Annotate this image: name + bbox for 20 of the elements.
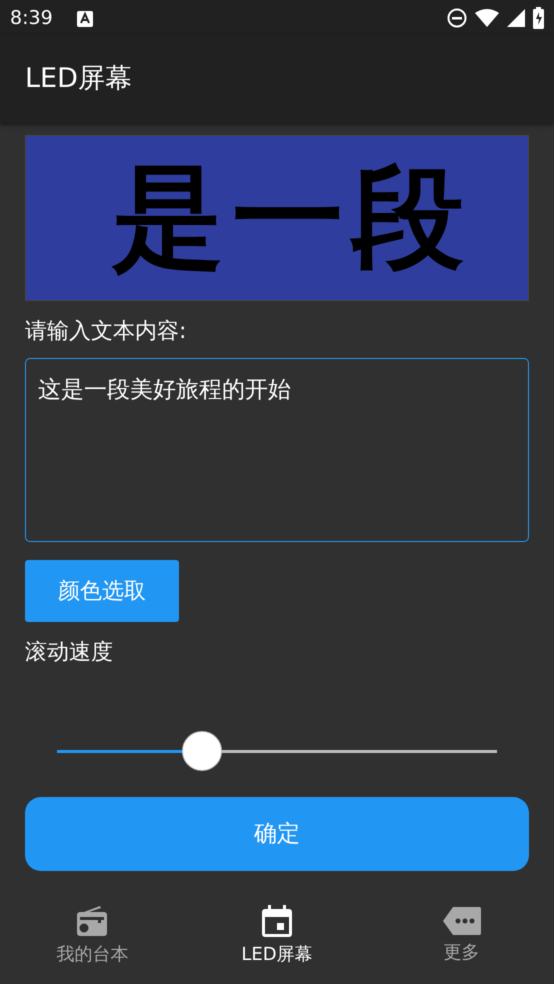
radio-icon — [76, 904, 108, 936]
nav-tab[interactable]: LED屏幕 — [184, 888, 370, 984]
more-icon — [442, 906, 481, 934]
slider-thumb[interactable] — [182, 731, 222, 771]
clock: 8:39 — [10, 6, 53, 31]
confirm-button[interactable]: 确定 — [25, 797, 529, 871]
speed-label: 滚动速度 — [25, 639, 114, 667]
do-not-disturb-icon — [447, 8, 467, 28]
signal-icon — [507, 9, 525, 27]
calendar-icon — [262, 904, 292, 936]
text-input[interactable]: 这是一段美好旅程的开始 — [25, 358, 529, 542]
app-title: LED屏幕 — [25, 62, 132, 96]
input-label: 请输入文本内容: — [25, 318, 188, 346]
wifi-icon — [475, 9, 499, 27]
battery-icon — [533, 7, 544, 29]
nav-tab[interactable]: 我的台本 — [0, 888, 185, 984]
nav-tab[interactable]: 更多 — [369, 888, 554, 984]
led-text: 是一段 — [112, 162, 472, 274]
font-icon — [76, 10, 93, 27]
color-pick-button[interactable]: 颜色选取 — [25, 560, 179, 622]
